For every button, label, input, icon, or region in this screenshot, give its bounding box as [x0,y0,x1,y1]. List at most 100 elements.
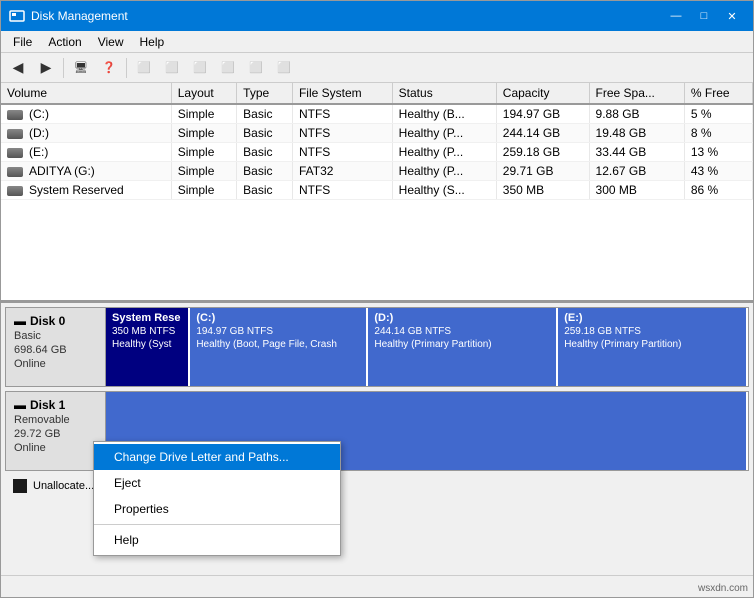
properties-button[interactable]: 🖥 [68,56,94,80]
cell-pct: 13 % [684,143,752,162]
partition-status: Healthy (Primary Partition) [564,339,740,350]
tool6-button[interactable]: ⬜ [271,56,297,80]
disk1-label: ▬Disk 1 Removable 29.72 GB Online [6,392,106,470]
cell-capacity: 259.18 GB [496,143,589,162]
partition-block[interactable]: (E:)259.18 GB NTFSHealthy (Primary Parti… [558,308,748,386]
cell-fs: FAT32 [292,162,392,181]
partition-size: 194.97 GB NTFS [196,326,360,337]
tool1-button[interactable]: ⬜ [131,56,157,80]
cell-type: Basic [237,104,293,124]
cell-volume: System Reserved [1,181,171,200]
context-menu-item-3[interactable]: Help [94,527,340,553]
disk0-label: ▬Disk 0 Basic 698.64 GB Online [6,308,106,386]
cell-layout: Simple [171,162,236,181]
disk1-status: Online [14,442,97,454]
partition-size: 244.14 GB NTFS [374,326,550,337]
toolbar: ◀ ▶ 🖥 ❓ ⬜ ⬜ ⬜ ⬜ ⬜ ⬜ [1,53,753,83]
cell-type: Basic [237,181,293,200]
title-bar: Disk Management — □ ✕ [1,1,753,31]
app-icon [9,8,25,24]
partition-block[interactable]: (C:)194.97 GB NTFSHealthy (Boot, Page Fi… [190,308,368,386]
cell-layout: Simple [171,124,236,143]
cell-volume: (E:) [1,143,171,162]
disk0-size: 698.64 GB [14,344,97,356]
minimize-button[interactable]: — [663,6,689,26]
window-controls: — □ ✕ [663,6,745,26]
disk0-type: Basic [14,330,97,342]
main-window: Disk Management — □ ✕ File Action View H… [0,0,754,598]
partition-block[interactable]: System Rese350 MB NTFSHealthy (Syst [106,308,190,386]
cell-volume: ADITYA (G:) [1,162,171,181]
partition-name: System Rese [112,312,182,324]
menu-action[interactable]: Action [40,33,89,51]
menu-file[interactable]: File [5,33,40,51]
cell-fs: NTFS [292,104,392,124]
cell-status: Healthy (P... [392,124,496,143]
partition-status: Healthy (Boot, Page File, Crash [196,339,360,350]
col-volume[interactable]: Volume [1,83,171,104]
cell-type: Basic [237,162,293,181]
col-filesystem[interactable]: File System [292,83,392,104]
table-row[interactable]: (D:)SimpleBasicNTFSHealthy (P...244.14 G… [1,124,753,143]
cell-free: 12.67 GB [589,162,684,181]
cell-free: 9.88 GB [589,104,684,124]
forward-button[interactable]: ▶ [33,56,59,80]
col-capacity[interactable]: Capacity [496,83,589,104]
separator-2 [126,58,127,78]
cell-free: 19.48 GB [589,124,684,143]
context-menu-item-0[interactable]: Change Drive Letter and Paths... [94,444,340,470]
cell-layout: Simple [171,181,236,200]
maximize-button[interactable]: □ [691,6,717,26]
cell-status: Healthy (S... [392,181,496,200]
table-row[interactable]: System ReservedSimpleBasicNTFSHealthy (S… [1,181,753,200]
table-row[interactable]: (C:)SimpleBasicNTFSHealthy (B...194.97 G… [1,104,753,124]
tool3-button[interactable]: ⬜ [187,56,213,80]
menu-view[interactable]: View [90,33,132,51]
cell-pct: 86 % [684,181,752,200]
main-content: Volume Layout Type File System Status Ca… [1,83,753,575]
cell-capacity: 350 MB [496,181,589,200]
col-type[interactable]: Type [237,83,293,104]
separator-1 [63,58,64,78]
context-menu-item-1[interactable]: Eject [94,470,340,496]
drive-icon [7,148,23,158]
context-menu-item-2[interactable]: Properties [94,496,340,522]
cell-pct: 5 % [684,104,752,124]
col-layout[interactable]: Layout [171,83,236,104]
cell-volume: (C:) [1,104,171,124]
back-button[interactable]: ◀ [5,56,31,80]
tool5-button[interactable]: ⬜ [243,56,269,80]
partition-block[interactable]: (D:)244.14 GB NTFSHealthy (Primary Parti… [368,308,558,386]
cell-pct: 8 % [684,124,752,143]
partition-size: 259.18 GB NTFS [564,326,740,337]
help-toolbar-button[interactable]: ❓ [96,56,122,80]
disk0-status: Online [14,358,97,370]
table-row[interactable]: ADITYA (G:)SimpleBasicFAT32Healthy (P...… [1,162,753,181]
cell-capacity: 29.71 GB [496,162,589,181]
drive-icon [7,167,23,177]
disk-table-pane: Volume Layout Type File System Status Ca… [1,83,753,303]
menu-help[interactable]: Help [132,33,173,51]
cell-type: Basic [237,143,293,162]
table-row[interactable]: (E:)SimpleBasicNTFSHealthy (P...259.18 G… [1,143,753,162]
status-bar [1,575,753,597]
cell-layout: Simple [171,104,236,124]
unallocated-icon [13,479,27,493]
col-status[interactable]: Status [392,83,496,104]
cell-fs: NTFS [292,181,392,200]
disk1-size: 29.72 GB [14,428,97,440]
tool4-button[interactable]: ⬜ [215,56,241,80]
context-menu: Change Drive Letter and Paths...EjectPro… [93,441,341,556]
cell-pct: 43 % [684,162,752,181]
col-freespace[interactable]: Free Spa... [589,83,684,104]
col-pctfree[interactable]: % Free [684,83,752,104]
menu-bar: File Action View Help [1,31,753,53]
cell-free: 33.44 GB [589,143,684,162]
cell-volume: (D:) [1,124,171,143]
table-header-row: Volume Layout Type File System Status Ca… [1,83,753,104]
tool2-button[interactable]: ⬜ [159,56,185,80]
disk-visual-pane: ▬Disk 0 Basic 698.64 GB Online System Re… [1,303,753,575]
disk0-row: ▬Disk 0 Basic 698.64 GB Online System Re… [5,307,749,387]
close-button[interactable]: ✕ [719,6,745,26]
drive-icon [7,186,23,196]
